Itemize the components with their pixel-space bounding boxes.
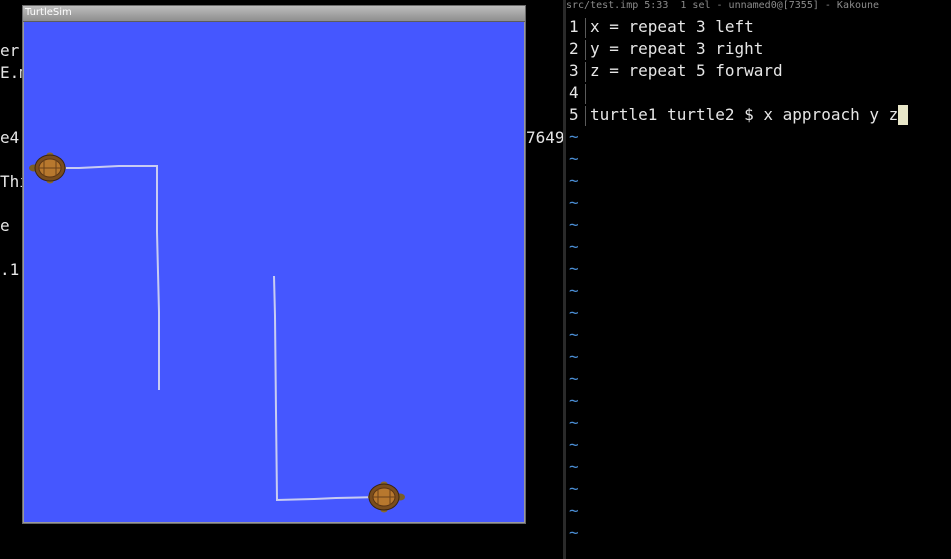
tilde-line: ~ — [566, 478, 951, 500]
tilde-marker: ~ — [569, 501, 579, 520]
tilde-line: ~ — [566, 456, 951, 478]
tilde-line: ~ — [566, 148, 951, 170]
turtle-icon — [28, 152, 67, 184]
tilde-marker: ~ — [569, 215, 579, 234]
tilde-line: ~ — [566, 346, 951, 368]
editor-line[interactable]: 4 — [566, 82, 951, 104]
tilde-line: ~ — [566, 258, 951, 280]
tilde-marker: ~ — [569, 413, 579, 432]
turtlesim-window[interactable]: TurtleSim — [22, 5, 526, 524]
line-text[interactable]: z = repeat 5 forward — [590, 60, 783, 82]
editor-line[interactable]: 1 x = repeat 3 left — [566, 16, 951, 38]
tilde-marker: ~ — [569, 369, 579, 388]
tilde-marker: ~ — [569, 281, 579, 300]
empty-line-markers: ~ ~ ~ ~ ~ ~ ~ ~ ~ ~ ~ ~ ~ ~ ~ ~ ~ ~ ~ — [566, 126, 951, 544]
tilde-marker: ~ — [569, 347, 579, 366]
turtle-icon — [367, 481, 406, 513]
tilde-line: ~ — [566, 390, 951, 412]
tilde-marker: ~ — [569, 171, 579, 190]
tilde-marker: ~ — [569, 457, 579, 476]
tilde-line: ~ — [566, 500, 951, 522]
window-title: TurtleSim — [25, 7, 72, 18]
tilde-line: ~ — [566, 522, 951, 544]
line-number: 1 — [569, 17, 579, 36]
terminal-text-fragment: 7649 — [526, 128, 565, 147]
tilde-line: ~ — [566, 214, 951, 236]
tilde-marker: ~ — [569, 149, 579, 168]
editor-status-bar: src/test.imp 5:33 1 sel - unnamed0@[7355… — [566, 0, 880, 11]
line-number: 2 — [569, 39, 579, 58]
editor-line[interactable]: 2 y = repeat 3 right — [566, 38, 951, 60]
gutter-separator — [585, 84, 586, 104]
tilde-marker: ~ — [569, 523, 579, 542]
terminal-text-fragment: er — [0, 41, 20, 60]
tilde-line: ~ — [566, 170, 951, 192]
turtle1-path — [50, 165, 160, 390]
tilde-marker: ~ — [569, 259, 579, 278]
tilde-line: ~ — [566, 368, 951, 390]
terminal-text-fragment: .1 — [0, 260, 20, 279]
tilde-line: ~ — [566, 434, 951, 456]
tilde-line: ~ — [566, 302, 951, 324]
tilde-marker: ~ — [569, 435, 579, 454]
tilde-marker: ~ — [569, 237, 579, 256]
gutter-separator — [585, 106, 586, 126]
editor-line[interactable]: 3 z = repeat 5 forward — [566, 60, 951, 82]
turtlesim-canvas[interactable] — [24, 22, 524, 522]
tilde-marker: ~ — [569, 391, 579, 410]
window-titlebar[interactable]: TurtleSim — [23, 6, 525, 22]
line-text[interactable]: y = repeat 3 right — [590, 38, 763, 60]
tilde-line: ~ — [566, 126, 951, 148]
tilde-line: ~ — [566, 236, 951, 258]
line-text[interactable]: turtle1 turtle2 $ x approach y z — [590, 104, 909, 126]
gutter-separator — [585, 62, 586, 82]
line-number: 4 — [569, 83, 579, 102]
tilde-marker: ~ — [569, 127, 579, 146]
editor-line[interactable]: 5 turtle1 turtle2 $ x approach y z — [566, 104, 951, 126]
tilde-line: ~ — [566, 192, 951, 214]
tilde-marker: ~ — [569, 193, 579, 212]
tilde-line: ~ — [566, 412, 951, 434]
line-text-content: turtle1 turtle2 $ x approach y z — [590, 105, 899, 124]
line-text[interactable]: x = repeat 3 left — [590, 16, 754, 38]
tilde-line: ~ — [566, 280, 951, 302]
line-number: 3 — [569, 61, 579, 80]
gutter-separator — [585, 40, 586, 60]
line-number: 5 — [569, 105, 579, 124]
kakoune-editor[interactable]: 1 x = repeat 3 left 2 y = repeat 3 right… — [566, 16, 951, 544]
tilde-marker: ~ — [569, 325, 579, 344]
tilde-marker: ~ — [569, 303, 579, 322]
tilde-line: ~ — [566, 324, 951, 346]
turtle2-path — [273, 275, 385, 502]
tilde-marker: ~ — [569, 479, 579, 498]
gutter-separator — [585, 18, 586, 38]
text-cursor — [898, 105, 909, 125]
terminal-text-fragment: e4 — [0, 128, 20, 147]
terminal-text-fragment: e — [0, 216, 20, 235]
